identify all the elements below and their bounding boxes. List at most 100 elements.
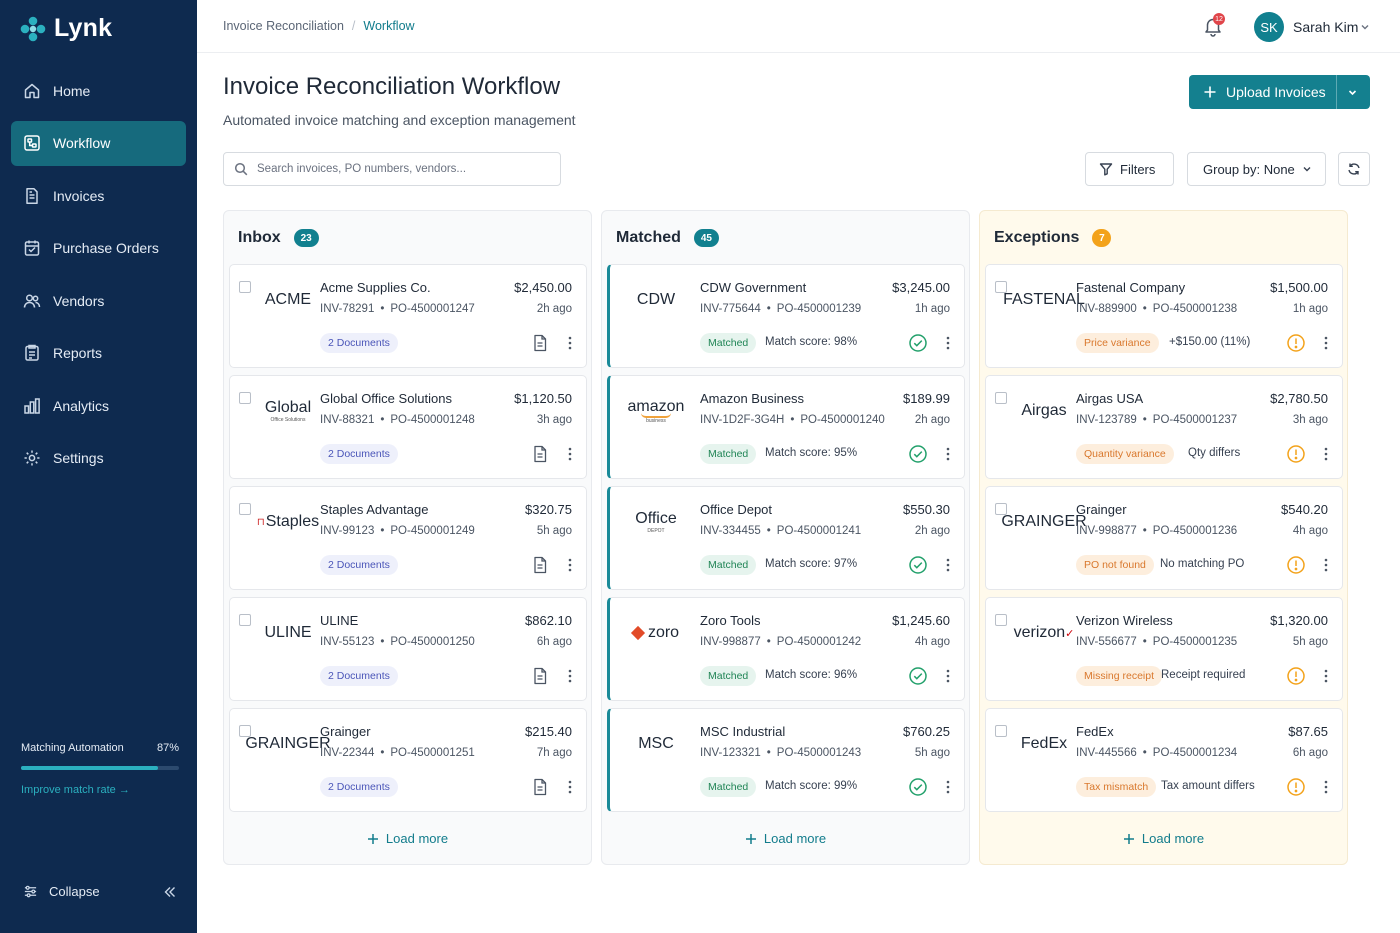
vendor-name: Office Depot: [700, 502, 773, 517]
plus-icon: [745, 833, 756, 844]
reports-icon: [25, 344, 39, 361]
more-options-icon[interactable]: [567, 668, 573, 684]
invoice-number: INV-998877: [1076, 525, 1137, 537]
vendor-logo-sub: business: [646, 418, 666, 424]
more-options-icon[interactable]: [567, 779, 573, 795]
sidebar-item-home[interactable]: Home: [11, 68, 186, 113]
exception-badge: Quantity variance: [1076, 444, 1174, 464]
invoice-card[interactable]: GRAINGER Grainger INV-22344 • PO-450000125…: [229, 708, 587, 812]
select-checkbox[interactable]: [239, 281, 251, 293]
select-checkbox[interactable]: [239, 503, 251, 515]
analytics-icon: [24, 397, 40, 414]
invoice-number: INV-88321: [320, 414, 375, 426]
app-logo[interactable]: Lynk: [20, 14, 112, 43]
page-subtitle: Automated invoice matching and exception…: [223, 112, 576, 128]
avatar[interactable]: SK: [1254, 12, 1284, 42]
vendor-logo-text: GRAINGER: [1001, 513, 1087, 530]
invoice-card[interactable]: FedEx FedEx INV-445566 • PO-4500001234 $87…: [985, 708, 1343, 812]
invoice-card[interactable]: CDW CDW Government INV-775644 • PO-4500001…: [607, 264, 965, 368]
refresh-button[interactable]: [1338, 152, 1370, 186]
document-icon[interactable]: [530, 333, 550, 353]
more-options-icon[interactable]: [945, 335, 951, 351]
breadcrumb-parent[interactable]: Invoice Reconciliation: [223, 19, 344, 33]
filters-button[interactable]: Filters: [1085, 152, 1174, 186]
select-checkbox[interactable]: [239, 392, 251, 404]
sidebar-item-vendors[interactable]: Vendors: [11, 278, 186, 323]
load-more-button[interactable]: Load more: [224, 831, 591, 846]
exception-detail: Tax amount differs: [1161, 780, 1255, 792]
invoice-card[interactable]: Airgas Airgas USA INV-123789 • PO-45000012…: [985, 375, 1343, 479]
documents-badge[interactable]: 2 Documents: [320, 333, 398, 353]
more-options-icon[interactable]: [945, 446, 951, 462]
vendor-name: Acme Supplies Co.: [320, 280, 431, 295]
more-options-icon[interactable]: [1323, 557, 1329, 573]
group-by-select[interactable]: Group by: None: [1187, 152, 1326, 186]
invoice-card[interactable]: GRAINGER Grainger INV-998877 • PO-45000012…: [985, 486, 1343, 590]
vendor-name: ULINE: [320, 613, 359, 628]
vendor-logo-box: FASTENAL: [1003, 287, 1085, 313]
more-options-icon[interactable]: [567, 557, 573, 573]
user-name[interactable]: Sarah Kim: [1293, 19, 1358, 35]
more-options-icon[interactable]: [567, 446, 573, 462]
sidebar-item-settings[interactable]: Settings: [11, 436, 186, 481]
documents-badge[interactable]: 2 Documents: [320, 777, 398, 797]
invoice-age: 6h ago: [536, 636, 572, 648]
logo-mark-icon: [20, 16, 46, 41]
po-number: PO-4500001250: [390, 636, 475, 648]
more-options-icon[interactable]: [1323, 446, 1329, 462]
more-options-icon[interactable]: [945, 779, 951, 795]
invoice-card[interactable]: verizon ✓ Verizon Wireless INV-556677 • PO-…: [985, 597, 1343, 701]
sidebar-item-reports[interactable]: Reports: [11, 331, 186, 376]
vendor-logo: MSC: [638, 735, 674, 753]
column-title: Exceptions: [994, 229, 1080, 246]
vendor-logo-text: zoro: [647, 624, 680, 641]
invoice-card[interactable]: ACME Acme Supplies Co. INV-78291 • PO-4500…: [229, 264, 587, 368]
document-icon[interactable]: [530, 666, 550, 686]
invoice-card[interactable]: FASTENAL Fastenal Company INV-889900 • PO-…: [985, 264, 1343, 368]
sidebar-item-invoices[interactable]: Invoices: [11, 173, 186, 218]
more-options-icon[interactable]: [945, 557, 951, 573]
invoice-card[interactable]: ⊓ Staples Staples Advantage INV-99123 • PO-…: [229, 486, 587, 590]
chevron-down-icon[interactable]: [1360, 22, 1370, 32]
select-checkbox[interactable]: [995, 392, 1007, 404]
load-more-button[interactable]: Load more: [980, 831, 1347, 846]
more-options-icon[interactable]: [1323, 779, 1329, 795]
document-icon[interactable]: [530, 444, 550, 464]
invoice-card[interactable]: Global Office Solutions Global Office So…: [229, 375, 587, 479]
documents-badge[interactable]: 2 Documents: [320, 666, 398, 686]
automation-progress-bar: [21, 766, 179, 770]
inbox-column-header: Inbox 23: [238, 229, 319, 247]
more-options-icon[interactable]: [1323, 668, 1329, 684]
search-input[interactable]: [257, 163, 537, 175]
load-more-button[interactable]: Load more: [602, 831, 969, 846]
invoice-card[interactable]: MSC MSC Industrial INV-123321 • PO-4500001…: [607, 708, 965, 812]
improve-match-rate-link[interactable]: Improve match rate →: [21, 784, 179, 796]
sidebar-item-purchase-orders[interactable]: Purchase Orders: [11, 226, 186, 271]
chevron-down-icon: [1303, 167, 1311, 172]
select-checkbox[interactable]: [995, 725, 1007, 737]
sidebar-item-workflow[interactable]: Workflow: [11, 120, 186, 166]
more-options-icon[interactable]: [945, 668, 951, 684]
document-icon[interactable]: [530, 555, 550, 575]
documents-badge[interactable]: 2 Documents: [320, 555, 398, 575]
invoice-card[interactable]: zoro Zoro Tools INV-998877 • PO-4500001242…: [607, 597, 965, 701]
upload-invoices-button[interactable]: Upload Invoices: [1189, 75, 1370, 109]
invoice-card[interactable]: ULINE ULINE INV-55123 • PO-4500001250 $862…: [229, 597, 587, 701]
collapse-sidebar-button[interactable]: Collapse: [23, 884, 177, 899]
more-options-icon[interactable]: [1323, 335, 1329, 351]
document-icon[interactable]: [530, 777, 550, 797]
chevron-down-icon[interactable]: [1347, 87, 1358, 98]
invoice-amount: $2,780.50: [1270, 391, 1328, 406]
sidebar-item-analytics[interactable]: Analytics: [11, 383, 186, 428]
more-options-icon[interactable]: [567, 335, 573, 351]
invoice-age: 4h ago: [1292, 525, 1328, 537]
breadcrumb-separator: /: [351, 19, 356, 33]
invoice-card[interactable]: Office DEPOT Office Depot INV-334455 • PO-…: [607, 486, 965, 590]
select-checkbox[interactable]: [995, 614, 1007, 626]
status-badge: Matched: [700, 666, 757, 686]
automation-percent: 87%: [156, 742, 179, 754]
documents-badge[interactable]: 2 Documents: [320, 444, 398, 464]
invoice-card[interactable]: amazon business Amazon Business INV-1D2F…: [607, 375, 965, 479]
vendor-logo-box: ULINE: [256, 620, 320, 646]
select-checkbox[interactable]: [239, 614, 251, 626]
